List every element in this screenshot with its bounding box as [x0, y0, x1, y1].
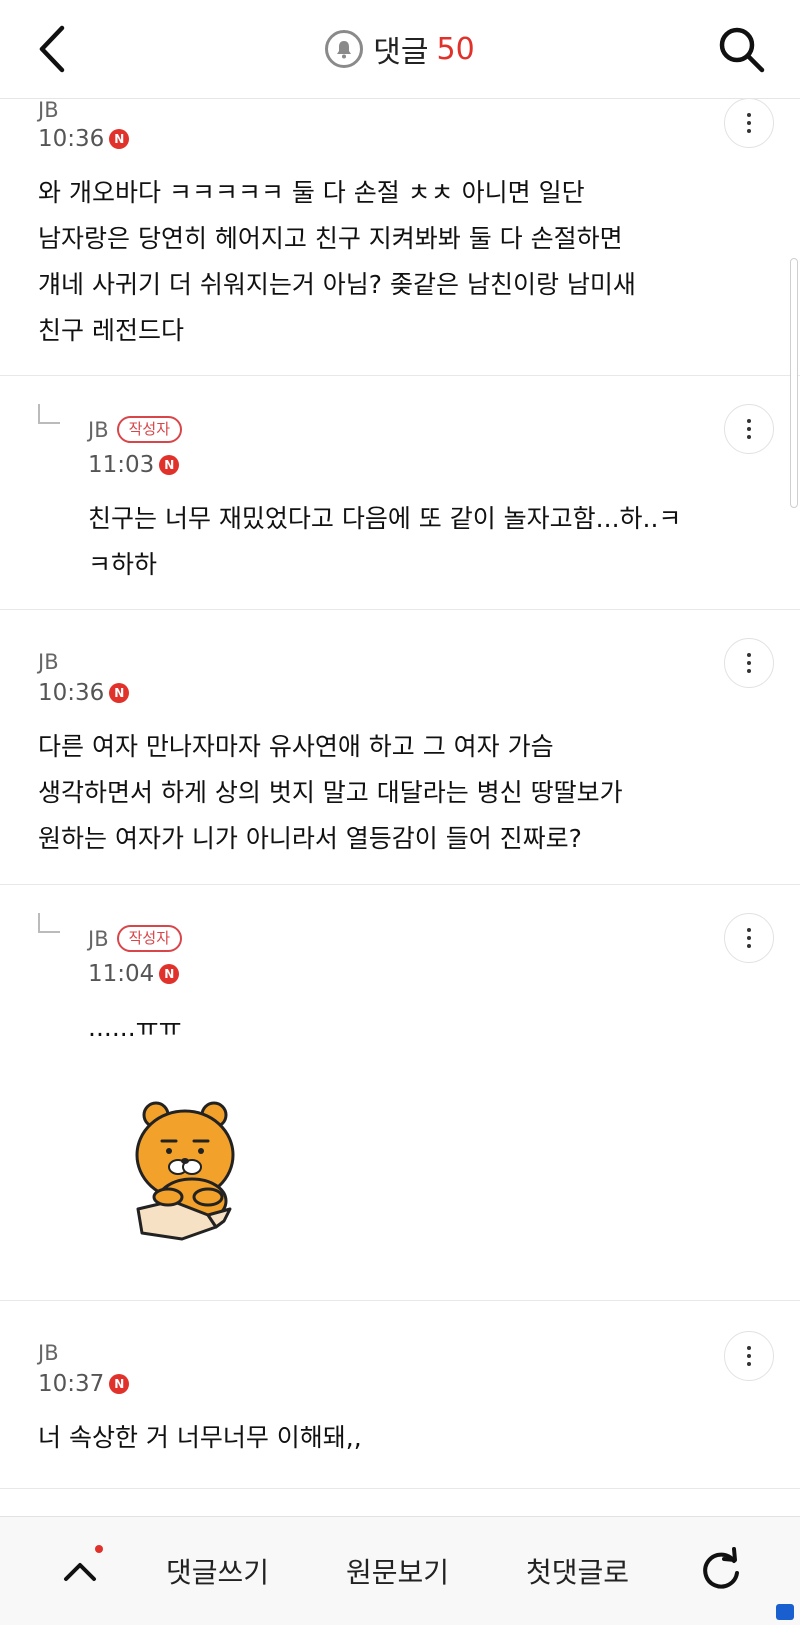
comment-text: 너 속상한 거 너무너무 이해돼,,	[38, 1423, 362, 1452]
comment-meta: 10:37 N	[38, 1371, 130, 1397]
comment-meta: 10:36 N	[38, 126, 130, 152]
reply-author-row: JB 작성자	[88, 416, 183, 443]
page-title: 댓글	[373, 35, 429, 70]
refresh-button[interactable]	[698, 1547, 744, 1593]
new-badge: N	[159, 964, 180, 984]
comment-text: 와 개오바다 ㅋㅋㅋㅋㅋ 둘 다 손절 ㅊㅊ 아니면 일단 남자랑은 당연히 헤…	[38, 178, 636, 345]
bell-icon[interactable]	[325, 30, 364, 68]
more-options-button[interactable]	[724, 98, 774, 148]
writer-badge: 작성자	[116, 925, 183, 952]
search-button[interactable]	[716, 24, 768, 76]
comment-meta: 11:04 N	[88, 961, 180, 987]
bottom-toolbar: 댓글쓰기 원문보기 첫댓글로	[0, 1516, 800, 1625]
comment-meta: 10:36 N	[38, 680, 130, 706]
comment-author: JB	[88, 926, 109, 951]
ryan-bear-in-box-sticker	[135, 1101, 235, 1241]
reply-arrow-icon	[38, 913, 60, 933]
scrollbar[interactable]	[790, 258, 798, 508]
more-options-button[interactable]	[724, 913, 774, 963]
comment-count: 50	[436, 31, 475, 67]
first-comment-label: 첫댓글로	[526, 1556, 630, 1589]
reply-item: JB 작성자 11:03 N 친구는 너무 재밌었다고 다음에 또 같이 놀자고…	[0, 376, 800, 610]
write-comment-button[interactable]: 댓글쓰기	[166, 1517, 269, 1625]
comment-item: JB 10:36 N 다른 여자 만나자마자 유사연애 하고 그 여자 가슴 생…	[0, 610, 800, 885]
header: 댓글 50	[0, 0, 800, 99]
comment-text: 다른 여자 만나자마자 유사연애 하고 그 여자 가슴 생각하면서 하게 상의 …	[38, 732, 623, 853]
comment-author: JB	[38, 650, 59, 674]
new-badge: N	[159, 455, 180, 475]
comment-time: 11:04	[88, 961, 155, 987]
corner-indicator-icon	[776, 1604, 794, 1620]
comment-meta: 11:03 N	[88, 452, 180, 478]
header-title-group: 댓글 50	[0, 0, 800, 98]
view-original-button[interactable]: 원문보기	[346, 1517, 449, 1625]
view-original-label: 원문보기	[346, 1556, 450, 1589]
new-badge: N	[109, 683, 130, 703]
comment-author: JB	[38, 1341, 59, 1365]
scroll-up-button[interactable]	[58, 1549, 102, 1593]
reply-item: JB 작성자 11:04 N ......ㅠㅠ	[0, 885, 800, 1301]
reply-author-row: JB 작성자	[88, 925, 183, 952]
notification-dot	[95, 1545, 103, 1553]
comment-text: 친구는 너무 재밌었다고 다음에 또 같이 놀자고함...하..ㅋ ㅋ하하	[88, 504, 682, 579]
refresh-icon	[703, 1547, 739, 1589]
first-comment-button[interactable]: 첫댓글로	[526, 1517, 629, 1625]
comment-item: JB 10:36 N 와 개오바다 ㅋㅋㅋㅋㅋ 둘 다 손절 ㅊㅊ 아니면 일단…	[0, 98, 800, 376]
comment-time: 10:37	[38, 1371, 105, 1397]
more-options-button[interactable]	[724, 404, 774, 454]
more-options-button[interactable]	[724, 1331, 774, 1381]
writer-badge: 작성자	[116, 416, 183, 443]
chevron-up-icon	[64, 1563, 96, 1581]
comment-time: 10:36	[38, 126, 105, 152]
more-options-button[interactable]	[724, 638, 774, 688]
comment-author: JB	[38, 98, 59, 122]
write-comment-label: 댓글쓰기	[166, 1556, 270, 1589]
new-badge: N	[109, 129, 130, 149]
comment-item: JB 10:37 N 너 속상한 거 너무너무 이해돼,,	[0, 1301, 800, 1489]
new-badge: N	[109, 1374, 130, 1394]
reply-arrow-icon	[38, 404, 60, 424]
search-icon	[719, 27, 765, 73]
comment-author: JB	[88, 417, 109, 442]
comment-time: 11:03	[88, 452, 155, 478]
comment-text: ......ㅠㅠ	[88, 1013, 182, 1042]
comment-time: 10:36	[38, 680, 105, 706]
